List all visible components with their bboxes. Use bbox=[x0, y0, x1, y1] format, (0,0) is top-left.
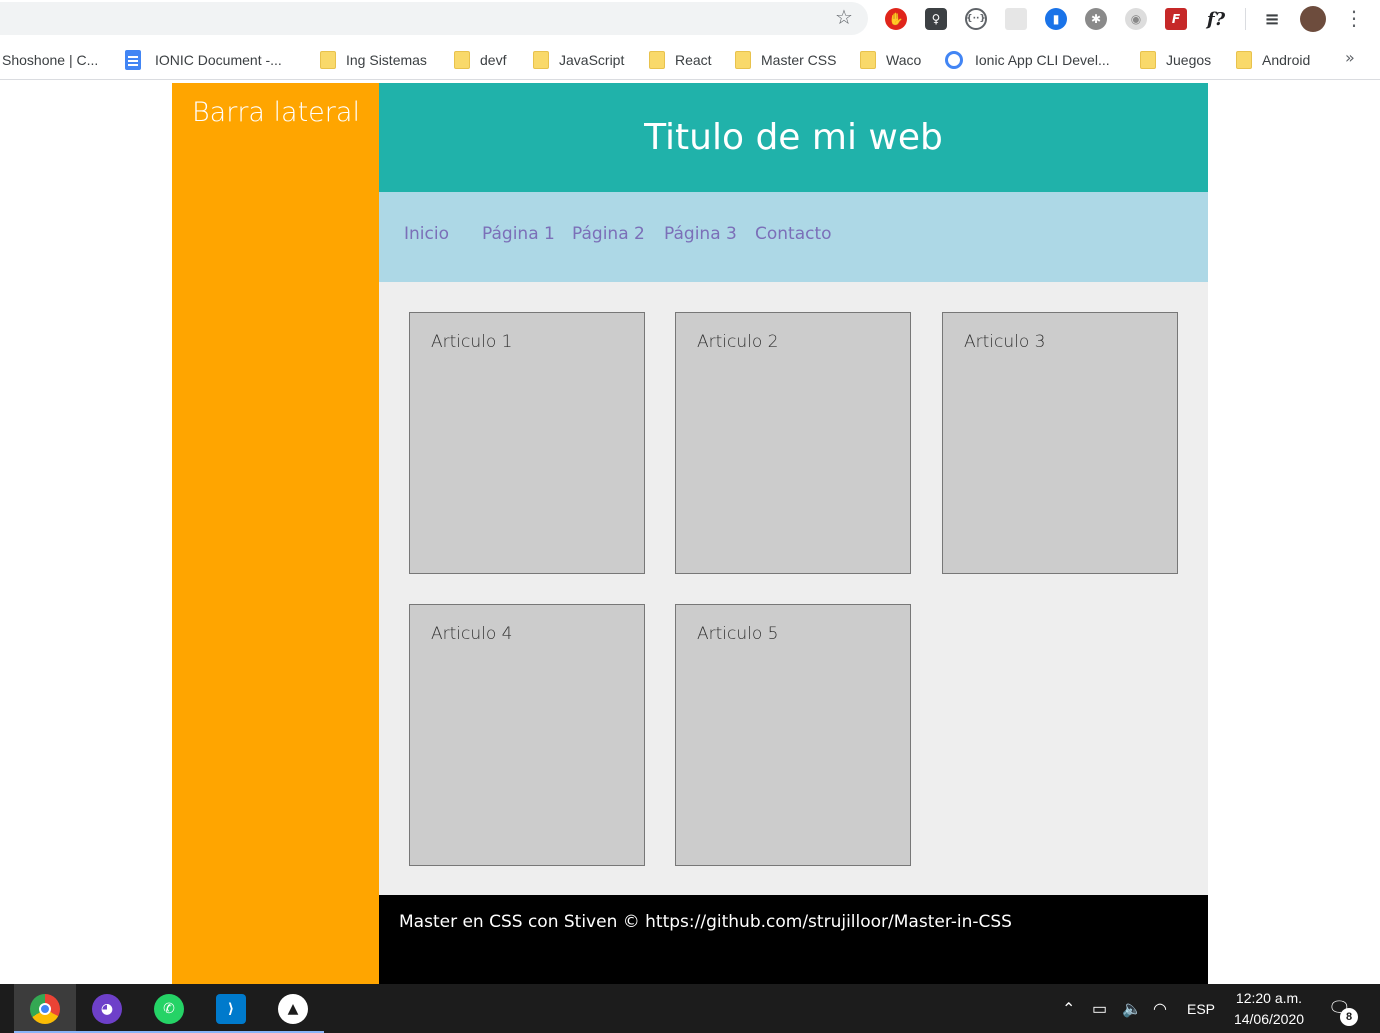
folder-icon bbox=[735, 51, 751, 69]
gear-icon[interactable]: ✱ bbox=[1085, 8, 1107, 30]
nav-link-pagina-1[interactable]: Página 1 bbox=[482, 224, 555, 244]
photo-app-icon: ▲ bbox=[278, 993, 308, 1024]
article-card: Articulo 3 bbox=[942, 312, 1178, 574]
folder-icon bbox=[533, 51, 549, 69]
bookmark-item[interactable]: Shoshone | C... bbox=[2, 49, 98, 71]
bookmark-label: devf bbox=[480, 52, 507, 68]
tray-chevron-icon[interactable]: ⌃ bbox=[1062, 984, 1075, 1033]
article-card: Articulo 4 bbox=[409, 604, 645, 866]
sidebar-title: Barra lateral bbox=[192, 97, 360, 128]
media-icon[interactable]: ≡ bbox=[1261, 8, 1283, 30]
clock-date: 14/06/2020 bbox=[1233, 1011, 1305, 1027]
article-title: Articulo 2 bbox=[697, 332, 779, 352]
globe-icon bbox=[945, 51, 963, 69]
chrome-icon bbox=[30, 993, 60, 1024]
battery-icon[interactable]: ▭ bbox=[1092, 984, 1107, 1033]
page-header: Titulo de mi web bbox=[379, 83, 1208, 192]
nav-link-pagina-3[interactable]: Página 3 bbox=[664, 224, 737, 244]
bookmark-item[interactable]: IONIC Document -... bbox=[125, 49, 282, 71]
bookmark-folder[interactable]: Master CSS bbox=[735, 49, 836, 71]
record-icon[interactable]: ◉ bbox=[1125, 8, 1147, 30]
bookmark-folder[interactable]: React bbox=[649, 49, 712, 71]
sidebar: Barra lateral bbox=[172, 83, 379, 984]
bookmark-star-icon[interactable]: ☆ bbox=[835, 7, 853, 27]
article-title: Articulo 5 bbox=[697, 624, 779, 644]
clock-time: 12:20 a.m. bbox=[1235, 990, 1303, 1006]
bookmark-label: Waco bbox=[886, 52, 922, 68]
bookmark-label: React bbox=[675, 52, 712, 68]
folder-icon bbox=[649, 51, 665, 69]
language-indicator[interactable]: ESP bbox=[1187, 984, 1215, 1033]
lightbulb-icon[interactable]: ♀ bbox=[925, 8, 947, 30]
browser-toolbar: ☆ ✋ ♀ {··} ▮ ✱ ◉ F f? ≡ ⋮ bbox=[0, 0, 1380, 38]
bookmark-label: Android bbox=[1262, 52, 1311, 68]
wifi-icon[interactable]: ◠ bbox=[1153, 984, 1167, 1033]
bookmark-folder[interactable]: JavaScript bbox=[533, 49, 624, 71]
page-title: Titulo de mi web bbox=[644, 117, 943, 158]
profile-avatar[interactable] bbox=[1300, 6, 1326, 32]
doc-icon bbox=[125, 50, 141, 70]
vscode-icon: ⟩ bbox=[216, 993, 246, 1024]
article-title: Articulo 3 bbox=[964, 332, 1046, 352]
bookmark-label: Juegos bbox=[1166, 52, 1212, 68]
folder-icon bbox=[1236, 51, 1252, 69]
nav-link-pagina-2[interactable]: Página 2 bbox=[572, 224, 645, 244]
bookmark-folder[interactable]: Ing Sistemas bbox=[320, 49, 427, 71]
bookmark-label: Ionic App CLI Devel... bbox=[975, 52, 1110, 68]
nav-link-inicio[interactable]: Inicio bbox=[404, 224, 449, 244]
nav-link-contacto[interactable]: Contacto bbox=[755, 224, 832, 244]
taskbar: ◕ ✆ ⟩ ▲ ⌃ ▭ 🔈 ◠ ESP 12:20 a.m. 14/06/202… bbox=[0, 984, 1380, 1033]
taskbar-photos[interactable]: ▲ bbox=[262, 984, 324, 1033]
taskbar-github-desktop[interactable]: ◕ bbox=[76, 984, 138, 1033]
article-card: Articulo 5 bbox=[675, 604, 911, 866]
footer-text: Master en CSS con Stiven © https://githu… bbox=[399, 912, 1012, 932]
formula-icon[interactable]: F bbox=[1165, 8, 1187, 30]
folder-icon bbox=[860, 51, 876, 69]
folder-icon bbox=[454, 51, 470, 69]
folder-icon bbox=[1140, 51, 1156, 69]
page-footer: Master en CSS con Stiven © https://githu… bbox=[379, 895, 1208, 984]
whatsapp-icon: ✆ bbox=[154, 993, 184, 1024]
font-icon[interactable]: f? bbox=[1205, 8, 1227, 30]
bookmark-folder[interactable]: Waco bbox=[860, 49, 921, 71]
adblock-icon[interactable]: ✋ bbox=[885, 8, 907, 30]
github-desktop-icon: ◕ bbox=[92, 993, 122, 1024]
taskbar-chrome[interactable] bbox=[14, 984, 76, 1033]
article-title: Articulo 4 bbox=[431, 624, 513, 644]
code-icon[interactable]: {··} bbox=[965, 8, 987, 30]
bookmark-label: IONIC Document -... bbox=[155, 52, 282, 68]
volume-icon[interactable]: 🔈 bbox=[1122, 984, 1142, 1033]
bookmark-label: Master CSS bbox=[761, 52, 837, 68]
bookmark-folder[interactable]: Android bbox=[1236, 49, 1310, 71]
bookmark-label: Shoshone | C... bbox=[2, 52, 99, 68]
bookmark-label: Ing Sistemas bbox=[346, 52, 427, 68]
taskbar-vscode[interactable]: ⟩ bbox=[200, 984, 262, 1033]
bookmark-label: JavaScript bbox=[559, 52, 625, 68]
folder-icon bbox=[320, 51, 336, 69]
notification-count-badge: 8 bbox=[1340, 1008, 1358, 1026]
address-bar[interactable] bbox=[0, 2, 868, 35]
grid-icon[interactable] bbox=[1005, 8, 1027, 30]
browser-menu-icon[interactable]: ⋮ bbox=[1344, 6, 1364, 30]
bookmark-folder[interactable]: Juegos bbox=[1140, 49, 1211, 71]
taskbar-whatsapp[interactable]: ✆ bbox=[138, 984, 200, 1033]
bookmark-icon[interactable]: ▮ bbox=[1045, 8, 1067, 30]
article-card: Articulo 1 bbox=[409, 312, 645, 574]
toolbar-divider bbox=[1245, 8, 1246, 30]
articles-container: Articulo 1 Articulo 2 Articulo 3 Articul… bbox=[379, 282, 1208, 895]
article-title: Articulo 1 bbox=[431, 332, 513, 352]
web-page: Barra lateral Titulo de mi web Inicio Pá… bbox=[0, 83, 1380, 984]
clock[interactable]: 12:20 a.m. 14/06/2020 bbox=[1224, 988, 1314, 1030]
bookmark-item[interactable]: Ionic App CLI Devel... bbox=[945, 49, 1110, 71]
bookmarks-bar: Shoshone | C... IONIC Document -... Ing … bbox=[0, 40, 1380, 80]
main-column: Titulo de mi web Inicio Página 1 Página … bbox=[379, 83, 1208, 984]
article-card: Articulo 2 bbox=[675, 312, 911, 574]
bookmarks-overflow-icon[interactable]: » bbox=[1345, 48, 1355, 67]
nav-bar: Inicio Página 1 Página 2 Página 3 Contac… bbox=[379, 192, 1208, 282]
bookmark-folder[interactable]: devf bbox=[454, 49, 506, 71]
